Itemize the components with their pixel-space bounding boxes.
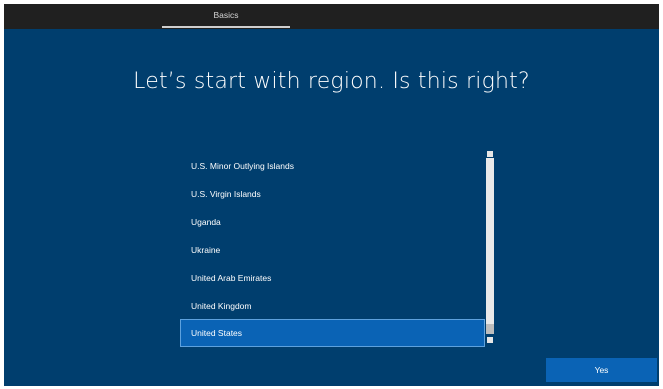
scroll-thumb[interactable]: [486, 324, 494, 334]
page-title: Let’s start with region. Is this right?: [133, 69, 530, 94]
list-item[interactable]: U.S. Minor Outlying Islands: [180, 152, 485, 180]
list-item[interactable]: United Kingdom: [180, 292, 485, 320]
list-item[interactable]: Ukraine: [180, 236, 485, 264]
list-item[interactable]: United Arab Emirates: [180, 264, 485, 292]
top-bar: Basics: [4, 4, 659, 29]
scroll-up-icon[interactable]: [487, 151, 493, 157]
scroll-track[interactable]: [486, 158, 494, 324]
tab-underline: [162, 26, 290, 28]
oobe-window: Basics Let’s start with region. Is this …: [4, 4, 659, 386]
list-scrollbar[interactable]: [485, 151, 495, 347]
list-item[interactable]: Uganda: [180, 208, 485, 236]
region-list: U.S. Minor Outlying Islands U.S. Virgin …: [180, 149, 495, 347]
list-item[interactable]: U.S. Virgin Islands: [180, 180, 485, 208]
yes-button[interactable]: Yes: [546, 358, 657, 382]
scroll-down-icon[interactable]: [487, 337, 493, 343]
list-item-selected[interactable]: United States: [180, 319, 485, 347]
